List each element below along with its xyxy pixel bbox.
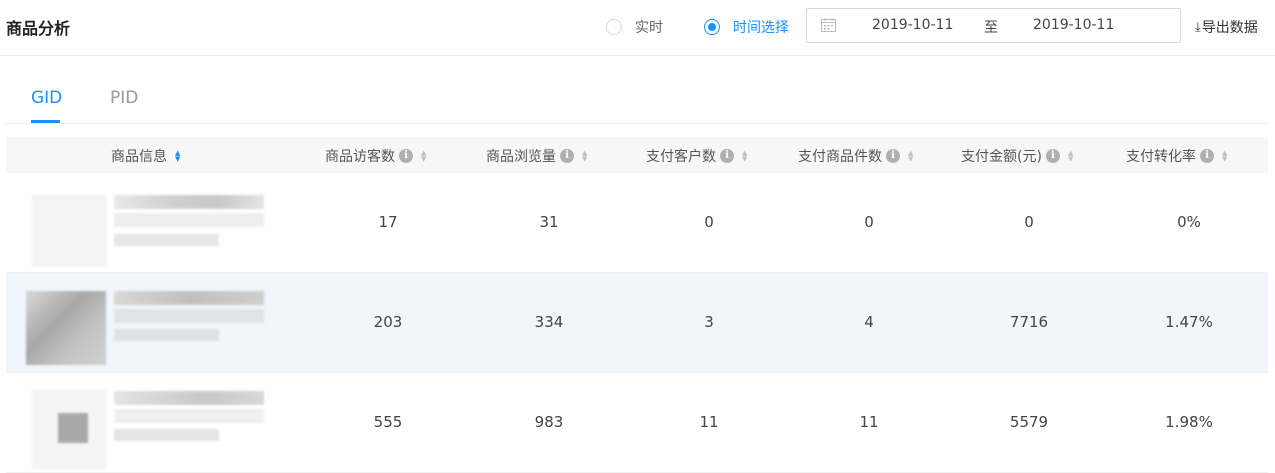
active-tab-indicator xyxy=(31,120,60,123)
info-icon[interactable]: i xyxy=(886,149,900,163)
info-icon[interactable]: i xyxy=(1200,149,1214,163)
radio-checked-icon[interactable] xyxy=(704,19,720,35)
sort-icon[interactable]: ▲ ▼ xyxy=(908,150,913,163)
product-name-placeholder xyxy=(114,309,264,323)
col-header-label: 支付客户数 xyxy=(646,149,716,165)
product-meta-placeholder xyxy=(114,234,219,246)
col-header-paying-customers[interactable]: 支付客户数 i ▲ ▼ xyxy=(646,146,747,166)
tab-bar: GID PID xyxy=(6,84,1268,124)
product-thumbnail xyxy=(26,291,106,365)
table-row: 17 31 0 0 0 0% xyxy=(6,173,1268,273)
sort-icon[interactable]: ▲ ▼ xyxy=(582,150,587,163)
product-info-cell[interactable] xyxy=(22,281,282,365)
col-header-visitors[interactable]: 商品访客数 i ▲ ▼ xyxy=(325,146,426,166)
info-icon[interactable]: i xyxy=(1045,149,1060,163)
table-header: 商品信息 ▲ ▼ 商品访客数 i ▲ ▼ 商品浏览量 i ▲ ▼ 支付客户数 i ▲ ▼… xyxy=(6,137,1268,173)
col-header-label: 支付商品件数 xyxy=(798,149,882,165)
sort-icon[interactable]: ▲ ▼ xyxy=(1222,150,1227,163)
end-date-input[interactable]: 2019-10-11 xyxy=(1033,17,1114,33)
start-date-input[interactable]: 2019-10-11 xyxy=(872,17,953,33)
product-name-placeholder xyxy=(114,409,264,423)
table-row: 203 334 3 4 7716 1.47% xyxy=(6,273,1268,373)
col-header-label: 支付金额(元) xyxy=(961,149,1042,165)
product-name-placeholder xyxy=(114,195,264,209)
radio-realtime-label: 实时 xyxy=(635,20,663,36)
col-header-conversion-rate[interactable]: 支付转化率 i ▲ ▼ xyxy=(1126,146,1227,166)
cell-paying-customers: 11 xyxy=(699,413,719,431)
cell-paid-amount: 5579 xyxy=(1009,413,1049,431)
sort-icon[interactable]: ▲ ▼ xyxy=(421,150,426,163)
tab-pid[interactable]: PID xyxy=(110,88,138,108)
sort-icon[interactable]: ▲ ▼ xyxy=(175,150,180,163)
calendar-icon xyxy=(821,18,836,32)
cell-conversion-rate: 1.47% xyxy=(1165,313,1213,331)
cell-paying-customers: 0 xyxy=(704,213,714,231)
product-name-placeholder xyxy=(114,291,264,305)
product-name-placeholder xyxy=(114,213,264,227)
range-separator: 至 xyxy=(984,20,998,36)
col-header-label: 商品信息 xyxy=(111,149,167,165)
col-header-pageviews[interactable]: 商品浏览量 i ▲ ▼ xyxy=(486,146,587,166)
download-icon: ⤓ xyxy=(1195,19,1201,35)
cell-paid-items: 0 xyxy=(864,213,874,231)
cell-pageviews: 334 xyxy=(534,313,564,331)
product-thumbnail-detail xyxy=(58,413,88,443)
cell-pageviews: 983 xyxy=(534,413,564,431)
col-header-label: 商品浏览量 xyxy=(486,149,556,165)
col-header-label: 商品访客数 xyxy=(325,149,395,165)
table-row: 555 983 11 11 5579 1.98% xyxy=(6,373,1268,473)
info-icon[interactable]: i xyxy=(399,149,413,163)
cell-paying-customers: 3 xyxy=(704,313,714,331)
cell-paid-amount: 7716 xyxy=(1009,313,1049,331)
col-header-product-info[interactable]: 商品信息 ▲ ▼ xyxy=(111,146,180,166)
col-header-label: 支付转化率 xyxy=(1126,149,1196,165)
page-header: 商品分析 实时 时间选择 2019-10-11 至 2019-10-11 ⤓ 导… xyxy=(0,0,1275,56)
page-title: 商品分析 xyxy=(6,19,71,38)
radio-circle-icon[interactable] xyxy=(606,19,622,35)
cell-pageviews: 31 xyxy=(539,213,559,231)
export-data-label: 导出数据 xyxy=(1201,20,1258,36)
product-info-cell[interactable] xyxy=(22,181,282,267)
tab-gid[interactable]: GID xyxy=(31,88,62,108)
product-table: 商品信息 ▲ ▼ 商品访客数 i ▲ ▼ 商品浏览量 i ▲ ▼ 支付客户数 i ▲ ▼… xyxy=(6,137,1268,473)
cell-visitors: 555 xyxy=(373,413,403,431)
product-info-cell[interactable] xyxy=(22,381,282,469)
col-header-paid-items[interactable]: 支付商品件数 i ▲ ▼ xyxy=(798,146,913,166)
radio-time-range[interactable]: 时间选择 xyxy=(704,17,789,37)
cell-conversion-rate: 1.98% xyxy=(1165,413,1213,431)
info-icon[interactable]: i xyxy=(720,149,734,163)
product-meta-placeholder xyxy=(114,329,219,341)
date-range-picker[interactable]: 2019-10-11 至 2019-10-11 xyxy=(806,8,1181,43)
product-name-placeholder xyxy=(114,391,264,405)
cell-visitors: 203 xyxy=(373,313,403,331)
export-data-button[interactable]: ⤓ 导出数据 xyxy=(1195,17,1258,37)
cell-visitors: 17 xyxy=(378,213,398,231)
sort-icon[interactable]: ▲ ▼ xyxy=(742,150,747,163)
product-thumbnail xyxy=(32,195,107,267)
cell-conversion-rate: 0% xyxy=(1177,213,1201,231)
cell-paid-items: 11 xyxy=(859,413,879,431)
info-icon[interactable]: i xyxy=(560,149,574,163)
product-meta-placeholder xyxy=(114,429,219,441)
sort-icon[interactable]: ▲ ▼ xyxy=(1068,150,1073,163)
cell-paid-items: 4 xyxy=(864,313,874,331)
radio-realtime[interactable]: 实时 xyxy=(606,17,663,37)
cell-paid-amount: 0 xyxy=(1024,213,1034,231)
radio-time-range-label: 时间选择 xyxy=(733,20,789,36)
col-header-paid-amount[interactable]: 支付金额(元) i ▲ ▼ xyxy=(961,146,1073,166)
